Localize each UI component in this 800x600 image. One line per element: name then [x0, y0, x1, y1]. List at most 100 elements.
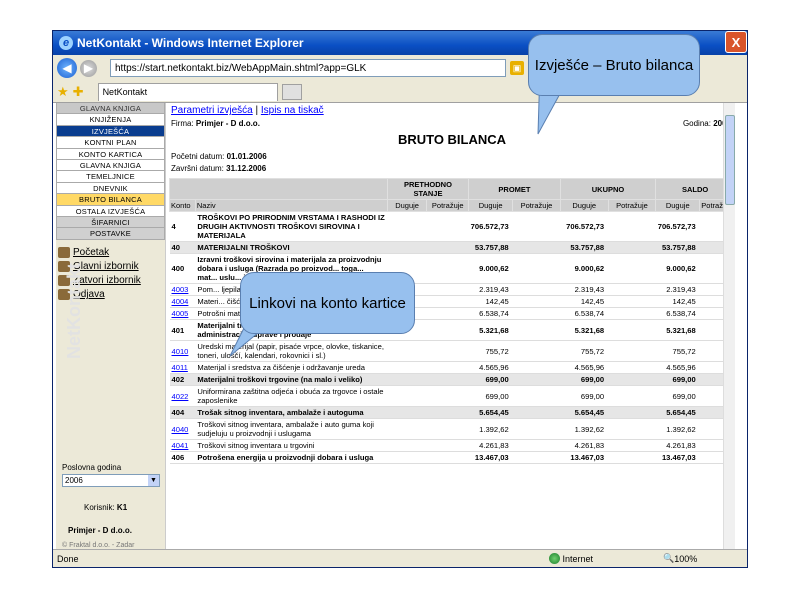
favorites-star-icon[interactable]: ★: [57, 84, 69, 100]
cell-konto[interactable]: 4011: [169, 361, 196, 374]
zone-text: Internet: [562, 553, 594, 564]
cell-konto: 40: [169, 241, 196, 254]
sidebar-menu: GLAVNA KNJIGA KNJIŽENJA IZVJEŠĆA KONTNI PLA…: [56, 103, 165, 240]
header-naziv: Naziv: [194, 199, 388, 212]
sidebar-item-0[interactable]: GLAVNA KNJIGA: [56, 103, 165, 115]
sidebar-item-6[interactable]: TEMELJNICE: [56, 171, 165, 183]
cell-konto[interactable]: 4022: [169, 385, 196, 407]
table-row: 404 Trošak sitnog inventara, ambalaže i a…: [169, 406, 735, 419]
home-icon: [58, 247, 70, 259]
tab-netkontakt[interactable]: NetKontakt: [97, 82, 278, 101]
chevron-down-icon[interactable]: ▼: [148, 475, 159, 486]
cell-pret-pot: [426, 319, 469, 341]
year-value: 2006: [65, 476, 83, 485]
zoom-icon[interactable]: 🔍: [663, 553, 674, 564]
close-button[interactable]: X: [725, 31, 747, 53]
cell-saldo: 1.392,62: [655, 418, 700, 440]
header-duguje-2: Duguje: [468, 199, 514, 212]
cell-konto[interactable]: 4004: [169, 295, 196, 308]
cell-saldo: 4.261,83: [655, 439, 700, 452]
address-text: https://start.netkontakt.biz/WebAppMain.…: [115, 62, 367, 74]
end-date-value: 31.12.2006: [226, 164, 267, 173]
sidebar-item-1[interactable]: KNJIŽENJA: [56, 114, 165, 126]
cell-pret-pot: [426, 406, 469, 419]
back-icon[interactable]: ◀: [57, 58, 77, 78]
cell-ukupno: 699,00: [560, 385, 609, 407]
cell-promet-pot: [512, 253, 561, 284]
cell-ukupno: 706.572,73: [560, 211, 609, 242]
cell-promet: 5.321,68: [468, 319, 513, 341]
params-link[interactable]: Parametri izvješća: [171, 105, 253, 116]
cell-konto: 400: [169, 253, 196, 284]
report-links: Parametri izvješća | Ispis na tiskač: [169, 103, 735, 116]
sidebar-item-3[interactable]: KONTNI PLAN: [56, 137, 165, 149]
ssl-lock-icon[interactable]: ▣: [510, 61, 524, 75]
new-tab-button[interactable]: [281, 83, 302, 100]
watermark: NetKontakt: [64, 263, 84, 360]
firm-value: Primjer - D d.o.o.: [195, 119, 260, 128]
vertical-scrollbar[interactable]: [723, 103, 735, 551]
cell-konto[interactable]: 4010: [169, 340, 196, 362]
cell-ukupno-pot: [608, 418, 656, 440]
address-bar[interactable]: https://start.netkontakt.biz/WebAppMain.…: [110, 59, 506, 77]
page-title: BRUTO BILANCA: [397, 132, 507, 147]
tab-label: NetKontakt: [102, 87, 148, 97]
cell-konto[interactable]: 4005: [169, 307, 196, 320]
sidebar-item-7[interactable]: DNEVNIK: [56, 182, 165, 195]
cell-promet: 53.757,88: [468, 241, 513, 254]
header-konto: Konto: [169, 199, 196, 212]
cell-konto: 4: [169, 211, 196, 242]
date-range: Početni datum: 01.01.2006 Završni datum:…: [169, 151, 735, 175]
cell-naziv: Trošak sitnog inventara, ambalaže i auto…: [195, 406, 388, 419]
cell-pret-pot: [426, 361, 469, 374]
start-date-value: 01.01.2006: [226, 152, 267, 161]
add-favorites-icon[interactable]: ✚: [73, 84, 84, 100]
cell-konto: 401: [169, 319, 196, 341]
table-row: 4022 Uniformirana zaštitna odjeća i obuća…: [169, 385, 735, 407]
cell-promet: 1.392,62: [468, 418, 513, 440]
cell-promet: 706.572,73: [468, 211, 513, 242]
status-bar: Done Internet 🔍 100%: [53, 549, 747, 567]
cell-promet: 6.538,74: [468, 307, 513, 320]
sidebar-item-8[interactable]: BRUTO BILANCA: [56, 194, 165, 206]
cell-pret-dug: [387, 439, 427, 452]
cell-ukupno: 6.538,74: [560, 307, 609, 320]
cell-ukupno: 699,00: [560, 373, 609, 386]
sidebar-item-4[interactable]: KONTO KARTICA: [56, 148, 165, 160]
cell-ukupno: 2.319,43: [560, 283, 609, 296]
internet-zone-icon: [548, 553, 560, 564]
cell-promet-pot: [512, 451, 561, 464]
cell-promet-pot: [512, 406, 561, 419]
cell-ukupno-pot: [608, 307, 656, 320]
sidebar-item-11[interactable]: POSTAVKE: [56, 228, 165, 240]
quick-link-label: Početak: [73, 247, 110, 259]
sidebar-item-5[interactable]: GLAVNA KNJIGA: [56, 159, 165, 172]
quick-link-0[interactable]: Početak: [56, 246, 165, 260]
sidebar-item-9[interactable]: OSTALA IZVJEŠĆA: [56, 205, 165, 217]
cell-ukupno-pot: [608, 439, 656, 452]
forward-icon[interactable]: ▶: [80, 59, 97, 77]
sidebar-item-10[interactable]: ŠIFARNICI: [56, 216, 165, 229]
cell-promet-pot: [512, 241, 561, 254]
cell-pret-pot: [426, 307, 469, 320]
cell-konto[interactable]: 4003: [169, 283, 196, 296]
cell-pret-dug: [387, 406, 427, 419]
status-text: Done: [57, 553, 79, 564]
cell-konto[interactable]: 4041: [169, 439, 196, 452]
print-link[interactable]: Ispis na tiskač: [261, 105, 324, 116]
year-select[interactable]: 2006 ▼: [62, 474, 160, 487]
table-row: 406 Potrošena energija u proizvodnji doba…: [169, 451, 735, 464]
cell-promet: 9.000,62: [468, 253, 513, 284]
sidebar-item-2[interactable]: IZVJEŠĆA: [56, 125, 165, 138]
zoom-text[interactable]: 100%: [674, 554, 697, 564]
cell-ukupno: 5.321,68: [560, 319, 609, 341]
scrollbar-thumb[interactable]: [725, 115, 735, 205]
cell-promet: 5.654,45: [468, 406, 513, 419]
cell-konto[interactable]: 4040: [169, 418, 196, 440]
cell-ukupno: 53.757,88: [560, 241, 609, 254]
cell-pret-pot: [426, 241, 469, 254]
year-report-label: Godina:: [682, 119, 711, 128]
cell-pret-pot: [426, 439, 469, 452]
cell-ukupno: 142,45: [560, 295, 609, 308]
cell-pret-pot: [426, 373, 469, 386]
